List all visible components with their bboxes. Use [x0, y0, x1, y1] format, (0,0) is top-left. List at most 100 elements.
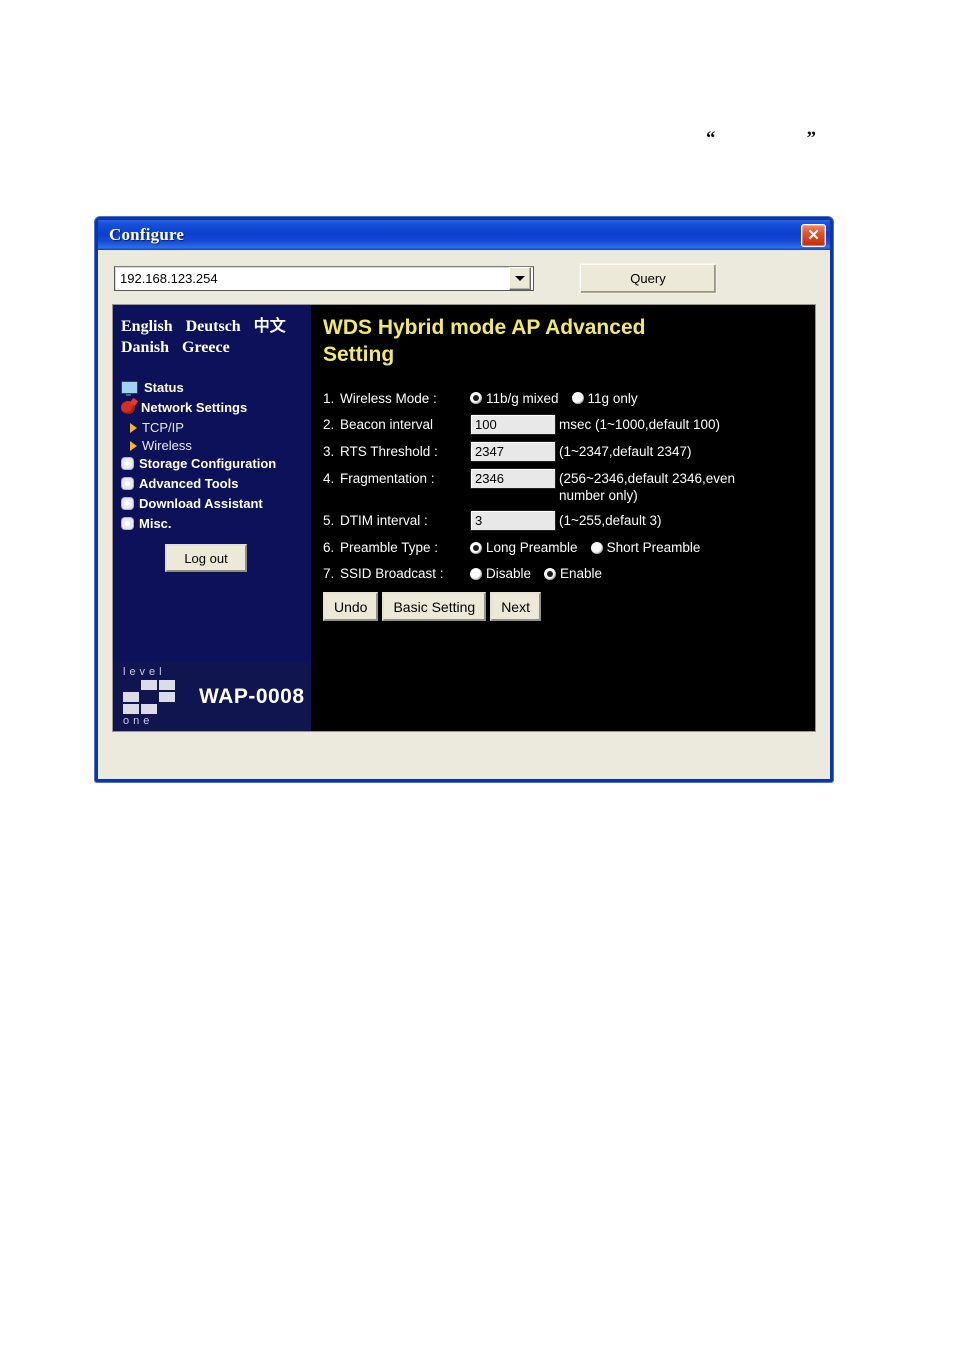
- radio-icon[interactable]: [470, 567, 482, 580]
- radio-label: Short Preamble: [606, 540, 701, 556]
- row-number: 6.: [323, 540, 335, 556]
- gear-bullet-icon: [122, 518, 133, 529]
- radio-icon[interactable]: [571, 392, 584, 405]
- language-link-deutsch[interactable]: Deutsch: [186, 318, 241, 335]
- model-name: WAP-0008: [199, 685, 305, 708]
- sidebar-item-label: Status: [144, 380, 184, 395]
- sidebar-item-label: Storage Configuration: [139, 456, 277, 471]
- logo-word-top: level: [123, 666, 166, 678]
- query-button[interactable]: Query: [580, 264, 716, 293]
- row-number: 3.: [323, 443, 335, 459]
- sidebar-item-download-assistant[interactable]: Download Assistant: [121, 497, 311, 510]
- row-number: 1.: [323, 390, 335, 406]
- radio-icon[interactable]: [470, 392, 482, 405]
- row-label: Beacon interval: [340, 416, 434, 432]
- sidebar-nav: Status Network Settings TCP/IP Wireless: [121, 381, 311, 530]
- radio-label: Enable: [560, 566, 603, 582]
- form-row-wireless-mode: 1. Wireless Mode : 11b/g mixed 11g only: [323, 391, 815, 408]
- close-icon[interactable]: ✕: [801, 223, 826, 247]
- row-label: Preamble Type :: [340, 540, 439, 556]
- sidebar-item-label: Download Assistant: [139, 496, 263, 511]
- quote-close: ”: [806, 128, 817, 149]
- language-row-2: Danish Greece: [121, 339, 311, 357]
- row-number: 2.: [323, 416, 335, 432]
- address-toolbar: 192.168.123.254 Query: [98, 250, 830, 304]
- row-label: SSID Broadcast :: [340, 566, 444, 582]
- row-field: 3 (1~255,default 3): [470, 510, 661, 532]
- sidebar: English Deutsch 中文 Danish Greece Status …: [113, 305, 311, 731]
- sidebar-item-storage-configuration[interactable]: Storage Configuration: [121, 457, 311, 470]
- language-link-danish[interactable]: Danish: [121, 339, 169, 356]
- sidebar-item-label: Advanced Tools: [139, 476, 239, 491]
- sidebar-item-label: Misc.: [139, 516, 172, 531]
- dialog-title: Configure: [109, 225, 185, 244]
- next-button[interactable]: Next: [490, 592, 541, 622]
- radio-option-short-preamble[interactable]: Short Preamble: [590, 540, 701, 556]
- form-row-beacon-interval: 2. Beacon interval 100 msec (1~1000,defa…: [323, 413, 815, 435]
- settings-content: WDS Hybrid mode AP Advanced Setting 1. W…: [311, 305, 815, 731]
- triangle-bullet-icon: [129, 421, 139, 434]
- logout-wrapper: Log out: [121, 544, 311, 572]
- quote-open: “: [706, 128, 716, 149]
- radio-icon[interactable]: [544, 567, 557, 580]
- globe-icon: [121, 401, 135, 414]
- fragmentation-input[interactable]: 2346: [470, 467, 556, 489]
- undo-button[interactable]: Undo: [323, 592, 379, 622]
- levelone-logo: level one: [123, 667, 187, 727]
- beacon-interval-input[interactable]: 100: [470, 413, 556, 435]
- dialog-titlebar[interactable]: Configure ✕: [98, 220, 830, 250]
- language-row-1: English Deutsch 中文: [121, 312, 311, 336]
- configure-dialog: Configure ✕ 192.168.123.254 Query Englis…: [95, 217, 833, 782]
- row-field: Long Preamble Short Preamble: [470, 540, 713, 555]
- row-hint: msec (1~1000,default 100): [559, 416, 720, 432]
- radio-option-enable[interactable]: Enable: [544, 566, 602, 581]
- language-link-greece[interactable]: Greece: [182, 339, 230, 356]
- form-row-dtim-interval: 5. DTIM interval : 3 (1~255,default 3): [323, 510, 815, 532]
- row-label: Fragmentation :: [340, 470, 435, 486]
- radio-option-11g-only[interactable]: 11g only: [571, 391, 638, 406]
- basic-setting-button[interactable]: Basic Setting: [382, 592, 487, 622]
- form-row-preamble-type: 6. Preamble Type : Long Preamble Short P…: [323, 540, 815, 557]
- form-row-ssid-broadcast: 7. SSID Broadcast : Disable Enable: [323, 566, 815, 583]
- sidebar-item-misc[interactable]: Misc.: [121, 517, 311, 530]
- row-field: Disable Enable: [470, 566, 615, 581]
- row-number: 5.: [323, 513, 335, 529]
- radio-label: Disable: [486, 566, 532, 582]
- sidebar-item-network-settings[interactable]: Network Settings: [121, 401, 311, 414]
- language-link-chinese[interactable]: 中文: [254, 318, 286, 335]
- row-field: 2347 (1~2347,default 2347): [470, 440, 692, 462]
- sidebar-item-status[interactable]: Status: [121, 380, 311, 396]
- row-label: RTS Threshold :: [340, 443, 438, 459]
- device-address-combobox[interactable]: 192.168.123.254: [114, 266, 534, 291]
- radio-option-11bg-mixed[interactable]: 11b/g mixed: [470, 391, 559, 406]
- device-address-input[interactable]: 192.168.123.254: [115, 271, 509, 286]
- sidebar-item-wireless[interactable]: Wireless: [129, 439, 311, 452]
- radio-option-disable[interactable]: Disable: [470, 566, 531, 581]
- sidebar-item-label: Network Settings: [141, 400, 248, 415]
- radio-label: 11b/g mixed: [486, 390, 559, 406]
- rts-threshold-input[interactable]: 2347: [470, 440, 556, 462]
- sidebar-item-tcpip[interactable]: TCP/IP: [129, 421, 311, 434]
- sidebar-item-advanced-tools[interactable]: Advanced Tools: [121, 477, 311, 490]
- triangle-bullet-icon: [129, 439, 139, 452]
- sidebar-item-label: TCP/IP: [142, 420, 184, 435]
- row-hint: (1~2347,default 2347): [559, 443, 692, 459]
- language-link-english[interactable]: English: [121, 318, 173, 335]
- dtim-interval-input[interactable]: 3: [470, 510, 556, 532]
- row-field: 2346 (256~2346,default 2346,even number …: [470, 467, 781, 505]
- logout-button[interactable]: Log out: [165, 544, 247, 572]
- brand-footer: level one WAP-0008: [113, 663, 311, 731]
- radio-icon[interactable]: [590, 541, 603, 554]
- radio-option-long-preamble[interactable]: Long Preamble: [470, 540, 578, 555]
- radio-icon[interactable]: [470, 541, 482, 554]
- radio-label: Long Preamble: [486, 540, 578, 556]
- page-title: WDS Hybrid mode AP Advanced Setting: [323, 316, 646, 366]
- form-row-rts-threshold: 3. RTS Threshold : 2347 (1~2347,default …: [323, 440, 815, 462]
- row-number: 7.: [323, 566, 335, 582]
- row-field: 100 msec (1~1000,default 100): [470, 413, 720, 435]
- chevron-down-icon[interactable]: [509, 267, 531, 290]
- row-number: 4.: [323, 470, 335, 486]
- row-label: Wireless Mode :: [340, 390, 437, 406]
- gear-bullet-icon: [122, 498, 133, 509]
- page-quote-artifacts: “ ”: [706, 128, 816, 150]
